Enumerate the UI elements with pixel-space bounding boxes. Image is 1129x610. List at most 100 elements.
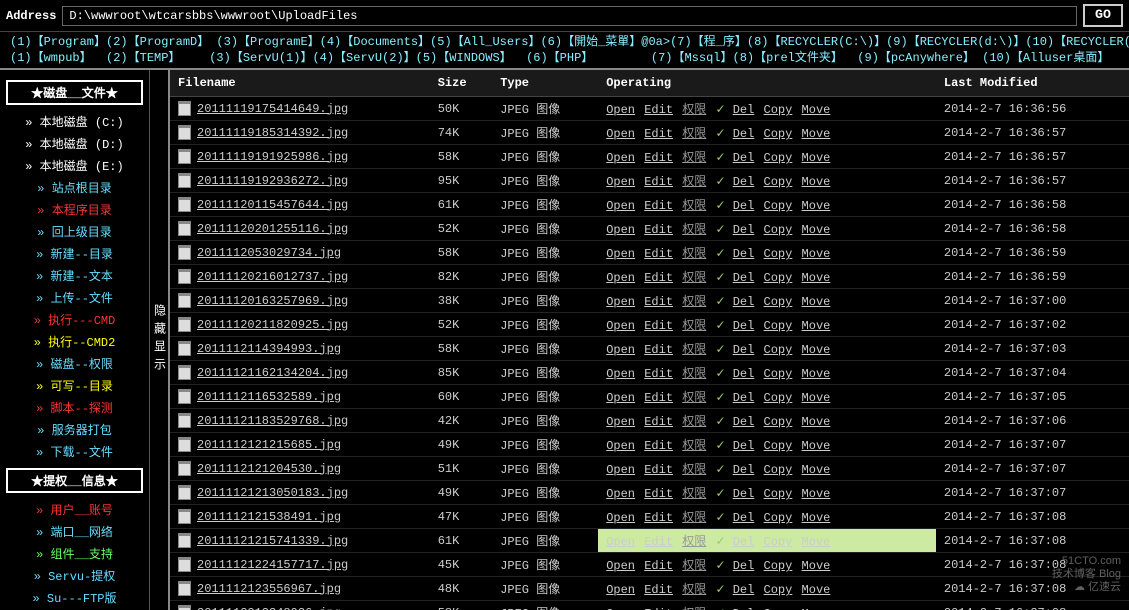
op-perm[interactable]: 权限 (682, 511, 706, 525)
op-edit[interactable]: Edit (644, 223, 673, 237)
col-operating[interactable]: Operating (598, 70, 936, 97)
op-copy[interactable]: Copy (764, 343, 793, 357)
table-row[interactable]: 20111121215741339.jpg61KJPEG 图像Open Edit… (170, 529, 1129, 553)
op-move[interactable]: Move (802, 463, 831, 477)
op-edit[interactable]: Edit (644, 391, 673, 405)
op-edit[interactable]: Edit (644, 151, 673, 165)
sidebar-item[interactable]: » 站点根目录 (10, 177, 139, 198)
file-link[interactable]: 2011112121204530.jpg (197, 462, 341, 476)
op-move[interactable]: Move (802, 319, 831, 333)
op-open[interactable]: Open (606, 391, 635, 405)
op-edit[interactable]: Edit (644, 487, 673, 501)
file-link[interactable]: 2011112053029734.jpg (197, 246, 341, 260)
op-copy[interactable]: Copy (764, 103, 793, 117)
op-edit[interactable]: Edit (644, 127, 673, 141)
op-copy[interactable]: Copy (764, 463, 793, 477)
op-perm[interactable]: 权限 (682, 223, 706, 237)
op-del[interactable]: Del (733, 247, 755, 261)
op-open[interactable]: Open (606, 367, 635, 381)
op-perm[interactable]: 权限 (682, 463, 706, 477)
op-del[interactable]: Del (733, 463, 755, 477)
table-row[interactable]: 20111121162134204.jpg85KJPEG 图像Open Edit… (170, 361, 1129, 385)
sidebar-item[interactable]: » 脚本--探测 (10, 397, 139, 418)
file-link[interactable]: 20111120211820925.jpg (197, 318, 348, 332)
op-edit[interactable]: Edit (644, 439, 673, 453)
op-perm[interactable]: 权限 (682, 199, 706, 213)
sidebar-item[interactable]: » 用户__账号 (10, 499, 139, 520)
op-open[interactable]: Open (606, 175, 635, 189)
quick-links-bar[interactable]: (1)【Program】(2)【ProgramD】 (3)【ProgramE】(… (0, 32, 1129, 70)
file-link[interactable]: 20111119175414649.jpg (197, 102, 348, 116)
table-row[interactable]: 20111120163257969.jpg38KJPEG 图像Open Edit… (170, 289, 1129, 313)
sidebar-item[interactable]: » 服务器打包 (10, 419, 139, 440)
op-copy[interactable]: Copy (764, 247, 793, 261)
op-open[interactable]: Open (606, 415, 635, 429)
file-link[interactable]: 2011112116532589.jpg (197, 390, 341, 404)
sidebar-item[interactable]: » 本程序目录 (10, 199, 139, 220)
sidebar-item[interactable]: » Su---FTP版 (10, 587, 139, 608)
op-edit[interactable]: Edit (644, 199, 673, 213)
file-link[interactable]: 20111120201255116.jpg (197, 222, 348, 236)
op-copy[interactable]: Copy (764, 319, 793, 333)
op-move[interactable]: Move (802, 247, 831, 261)
op-edit[interactable]: Edit (644, 247, 673, 261)
file-link[interactable]: 20111120115457644.jpg (197, 198, 348, 212)
sidebar-item[interactable]: » 下载--文件 (10, 441, 139, 462)
table-row[interactable]: 20111119175414649.jpg50KJPEG 图像Open Edit… (170, 97, 1129, 121)
op-copy[interactable]: Copy (764, 415, 793, 429)
op-del[interactable]: Del (733, 319, 755, 333)
file-link[interactable]: 2011112212348936.jpg (197, 606, 341, 610)
col-type[interactable]: Type (492, 70, 598, 97)
col-size[interactable]: Size (430, 70, 492, 97)
address-input[interactable] (62, 6, 1077, 26)
op-perm[interactable]: 权限 (682, 175, 706, 189)
op-perm[interactable]: 权限 (682, 343, 706, 357)
op-perm[interactable]: 权限 (682, 391, 706, 405)
op-del[interactable]: Del (733, 295, 755, 309)
table-row[interactable]: 20111120115457644.jpg61KJPEG 图像Open Edit… (170, 193, 1129, 217)
op-open[interactable]: Open (606, 271, 635, 285)
op-copy[interactable]: Copy (764, 439, 793, 453)
sidebar-item[interactable]: » 端口__网络 (10, 521, 139, 542)
op-del[interactable]: Del (733, 487, 755, 501)
op-perm[interactable]: 权限 (682, 559, 706, 573)
op-edit[interactable]: Edit (644, 343, 673, 357)
op-open[interactable]: Open (606, 511, 635, 525)
table-row[interactable]: 20111119192936272.jpg95KJPEG 图像Open Edit… (170, 169, 1129, 193)
op-del[interactable]: Del (733, 583, 755, 597)
op-move[interactable]: Move (802, 271, 831, 285)
op-edit[interactable]: Edit (644, 319, 673, 333)
op-edit[interactable]: Edit (644, 271, 673, 285)
op-del[interactable]: Del (733, 559, 755, 573)
file-link[interactable]: 20111121213050183.jpg (197, 486, 348, 500)
file-link[interactable]: 20111121215741339.jpg (197, 534, 348, 548)
op-perm[interactable]: 权限 (682, 535, 706, 549)
op-open[interactable]: Open (606, 559, 635, 573)
op-del[interactable]: Del (733, 103, 755, 117)
op-open[interactable]: Open (606, 487, 635, 501)
op-move[interactable]: Move (802, 151, 831, 165)
sidebar-item[interactable]: » Servu-提权 (10, 565, 139, 586)
op-edit[interactable]: Edit (644, 463, 673, 477)
op-copy[interactable]: Copy (764, 175, 793, 189)
op-open[interactable]: Open (606, 343, 635, 357)
sidebar-item[interactable]: » 可写--目录 (10, 375, 139, 396)
op-copy[interactable]: Copy (764, 391, 793, 405)
op-copy[interactable]: Copy (764, 535, 793, 549)
op-move[interactable]: Move (802, 583, 831, 597)
sidebar-item[interactable]: » 本地磁盘 (E:) (10, 155, 139, 176)
op-edit[interactable]: Edit (644, 559, 673, 573)
file-link[interactable]: 2011112121215685.jpg (197, 438, 341, 452)
op-move[interactable]: Move (802, 535, 831, 549)
op-open[interactable]: Open (606, 319, 635, 333)
sidebar-item[interactable]: » 本地磁盘 (C:) (10, 111, 139, 132)
file-link[interactable]: 20111121183529768.jpg (197, 414, 348, 428)
op-open[interactable]: Open (606, 583, 635, 597)
file-link[interactable]: 20111119192936272.jpg (197, 174, 348, 188)
table-row[interactable]: 20111119185314392.jpg74KJPEG 图像Open Edit… (170, 121, 1129, 145)
table-row[interactable]: 2011112053029734.jpg58KJPEG 图像Open Edit … (170, 241, 1129, 265)
op-perm[interactable]: 权限 (682, 271, 706, 285)
op-open[interactable]: Open (606, 535, 635, 549)
table-row[interactable]: 20111120211820925.jpg52KJPEG 图像Open Edit… (170, 313, 1129, 337)
op-open[interactable]: Open (606, 439, 635, 453)
